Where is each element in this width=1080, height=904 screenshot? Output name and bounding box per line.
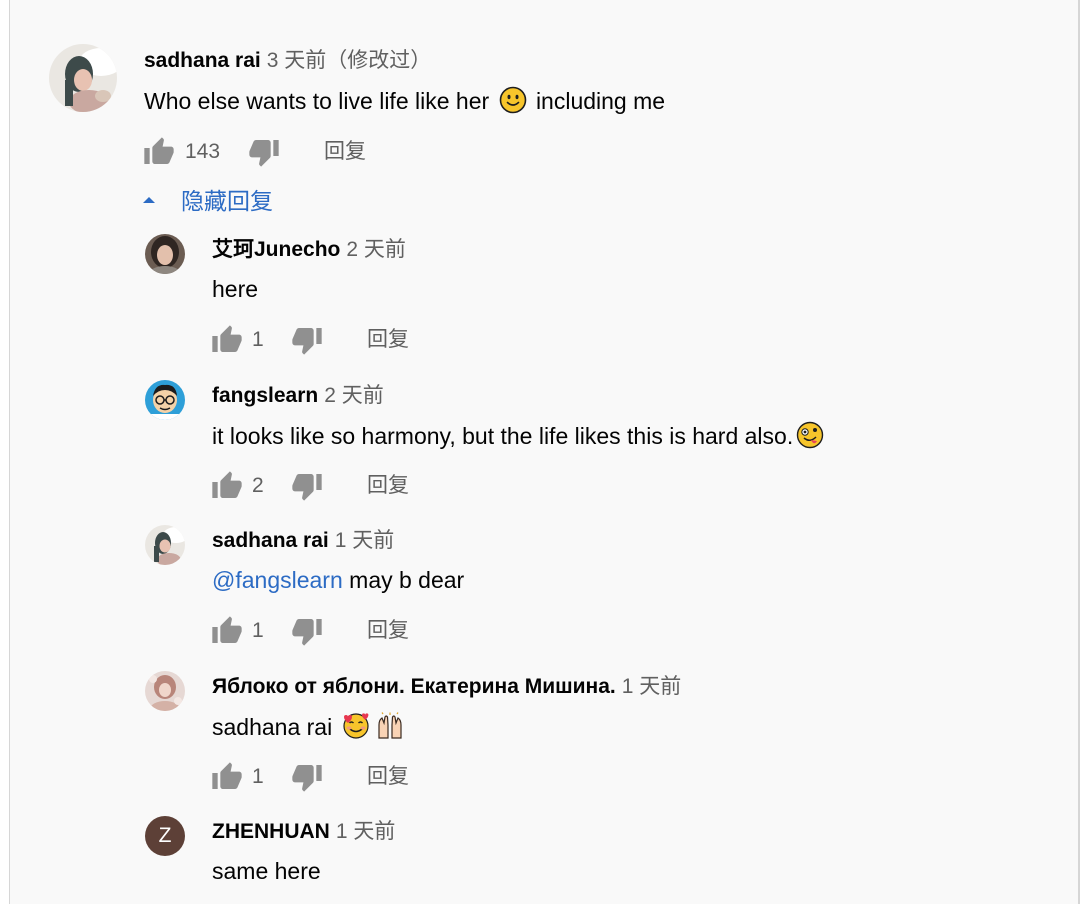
comment-actions: 1 回复	[211, 761, 471, 793]
raising-hands-icon	[376, 712, 404, 746]
comment-actions: 2 回复	[211, 470, 471, 502]
like-count: 1	[252, 619, 264, 642]
zany-face-icon	[796, 421, 824, 455]
like-count: 1	[252, 328, 264, 351]
thumb-down-icon[interactable]	[291, 470, 323, 502]
comment-header: 艾珂Junecho 2 天前	[212, 237, 406, 263]
author-name[interactable]: sadhana rai	[212, 529, 329, 552]
hide-replies-label: 隐藏回复	[181, 188, 273, 214]
comment-actions: 143 回复	[143, 136, 443, 168]
smiling-face-with-hearts-icon	[342, 712, 370, 746]
comment-text-part: it looks like so harmony, but the life l…	[212, 423, 794, 449]
comment-text-part: may b dear	[349, 567, 465, 593]
avatar-cartoon-icon	[145, 380, 185, 420]
comment-header: ZHENHUAN 1 天前	[212, 819, 395, 845]
timestamp[interactable]: 1 天前	[335, 529, 395, 552]
thumb-down-icon[interactable]	[291, 615, 323, 647]
author-name[interactable]: sadhana rai	[144, 49, 261, 72]
avatar-letter: Z	[158, 824, 172, 847]
comment-header: Яблоко от яблони. Екатерина Мишина. 1 天前	[212, 674, 681, 700]
comment-actions: 1 回复	[211, 324, 471, 356]
timestamp[interactable]: 2 天前	[324, 384, 384, 407]
comment-text: sadhana rai	[212, 712, 407, 746]
thumb-down-icon[interactable]	[291, 324, 323, 356]
avatar[interactable]	[145, 380, 185, 420]
comment-header: sadhana rai 1 天前	[212, 528, 394, 554]
author-name[interactable]: fangslearn	[212, 384, 318, 407]
timestamp[interactable]: 1 天前	[622, 675, 682, 698]
comment-text-part: same here	[212, 858, 321, 884]
avatar[interactable]	[49, 44, 117, 112]
timestamp[interactable]: 2 天前	[346, 238, 406, 261]
caret-up-icon	[143, 197, 155, 203]
comment-text: @fangslearn may b dear	[212, 566, 464, 594]
like-count: 2	[252, 474, 264, 497]
comment-header: sadhana rai 3 天前（修改过）	[144, 48, 431, 74]
timestamp[interactable]: 3 天前（修改过）	[267, 49, 432, 72]
avatar[interactable]	[145, 525, 185, 565]
avatar-photo-icon	[145, 671, 185, 711]
comment-text-part: including me	[535, 88, 666, 114]
comment-text: Who else wants to live life like her inc…	[144, 86, 665, 120]
comment-thread: sadhana rai 3 天前（修改过） Who else wants to l…	[0, 0, 1080, 904]
comment-text-part: Who else wants to live life like her	[144, 88, 490, 114]
reply-button[interactable]: 回复	[367, 761, 409, 793]
comment-text-part: sadhana rai	[212, 714, 333, 740]
thumb-up-icon[interactable]	[211, 324, 243, 356]
comment-text: it looks like so harmony, but the life l…	[212, 421, 827, 455]
author-name[interactable]: Яблоко от яблони. Екатерина Мишина.	[212, 675, 616, 698]
reply-button[interactable]: 回复	[324, 136, 366, 168]
comment-text-part: here	[212, 276, 259, 302]
reply-button[interactable]: 回复	[367, 324, 409, 356]
thumb-up-icon[interactable]	[143, 136, 175, 168]
thumb-up-icon[interactable]	[211, 761, 243, 793]
avatar[interactable]	[145, 234, 185, 274]
like-count: 143	[185, 140, 221, 163]
author-name[interactable]: ZHENHUAN	[212, 820, 330, 843]
comment-actions: 1 回复	[211, 615, 471, 647]
thumb-down-icon[interactable]	[248, 136, 280, 168]
comment-text: here	[212, 275, 258, 303]
timestamp[interactable]: 1 天前	[336, 820, 396, 843]
like-count: 1	[252, 765, 264, 788]
avatar[interactable]	[145, 671, 185, 711]
thumb-down-icon[interactable]	[291, 761, 323, 793]
thumb-up-icon[interactable]	[211, 470, 243, 502]
author-name[interactable]: 艾珂Junecho	[212, 238, 340, 261]
avatar[interactable]: Z	[145, 816, 185, 856]
avatar-photo-icon	[145, 525, 185, 565]
avatar-photo-icon	[49, 44, 117, 112]
avatar-photo-icon	[145, 234, 185, 274]
thumb-up-icon[interactable]	[211, 615, 243, 647]
reply-button[interactable]: 回复	[367, 615, 409, 647]
comment-header: fangslearn 2 天前	[212, 383, 384, 409]
slightly-smiling-face-icon	[499, 86, 527, 120]
reply-button[interactable]: 回复	[367, 470, 409, 502]
comment-text: same here	[212, 857, 321, 885]
mention-link[interactable]: @fangslearn	[212, 567, 343, 593]
